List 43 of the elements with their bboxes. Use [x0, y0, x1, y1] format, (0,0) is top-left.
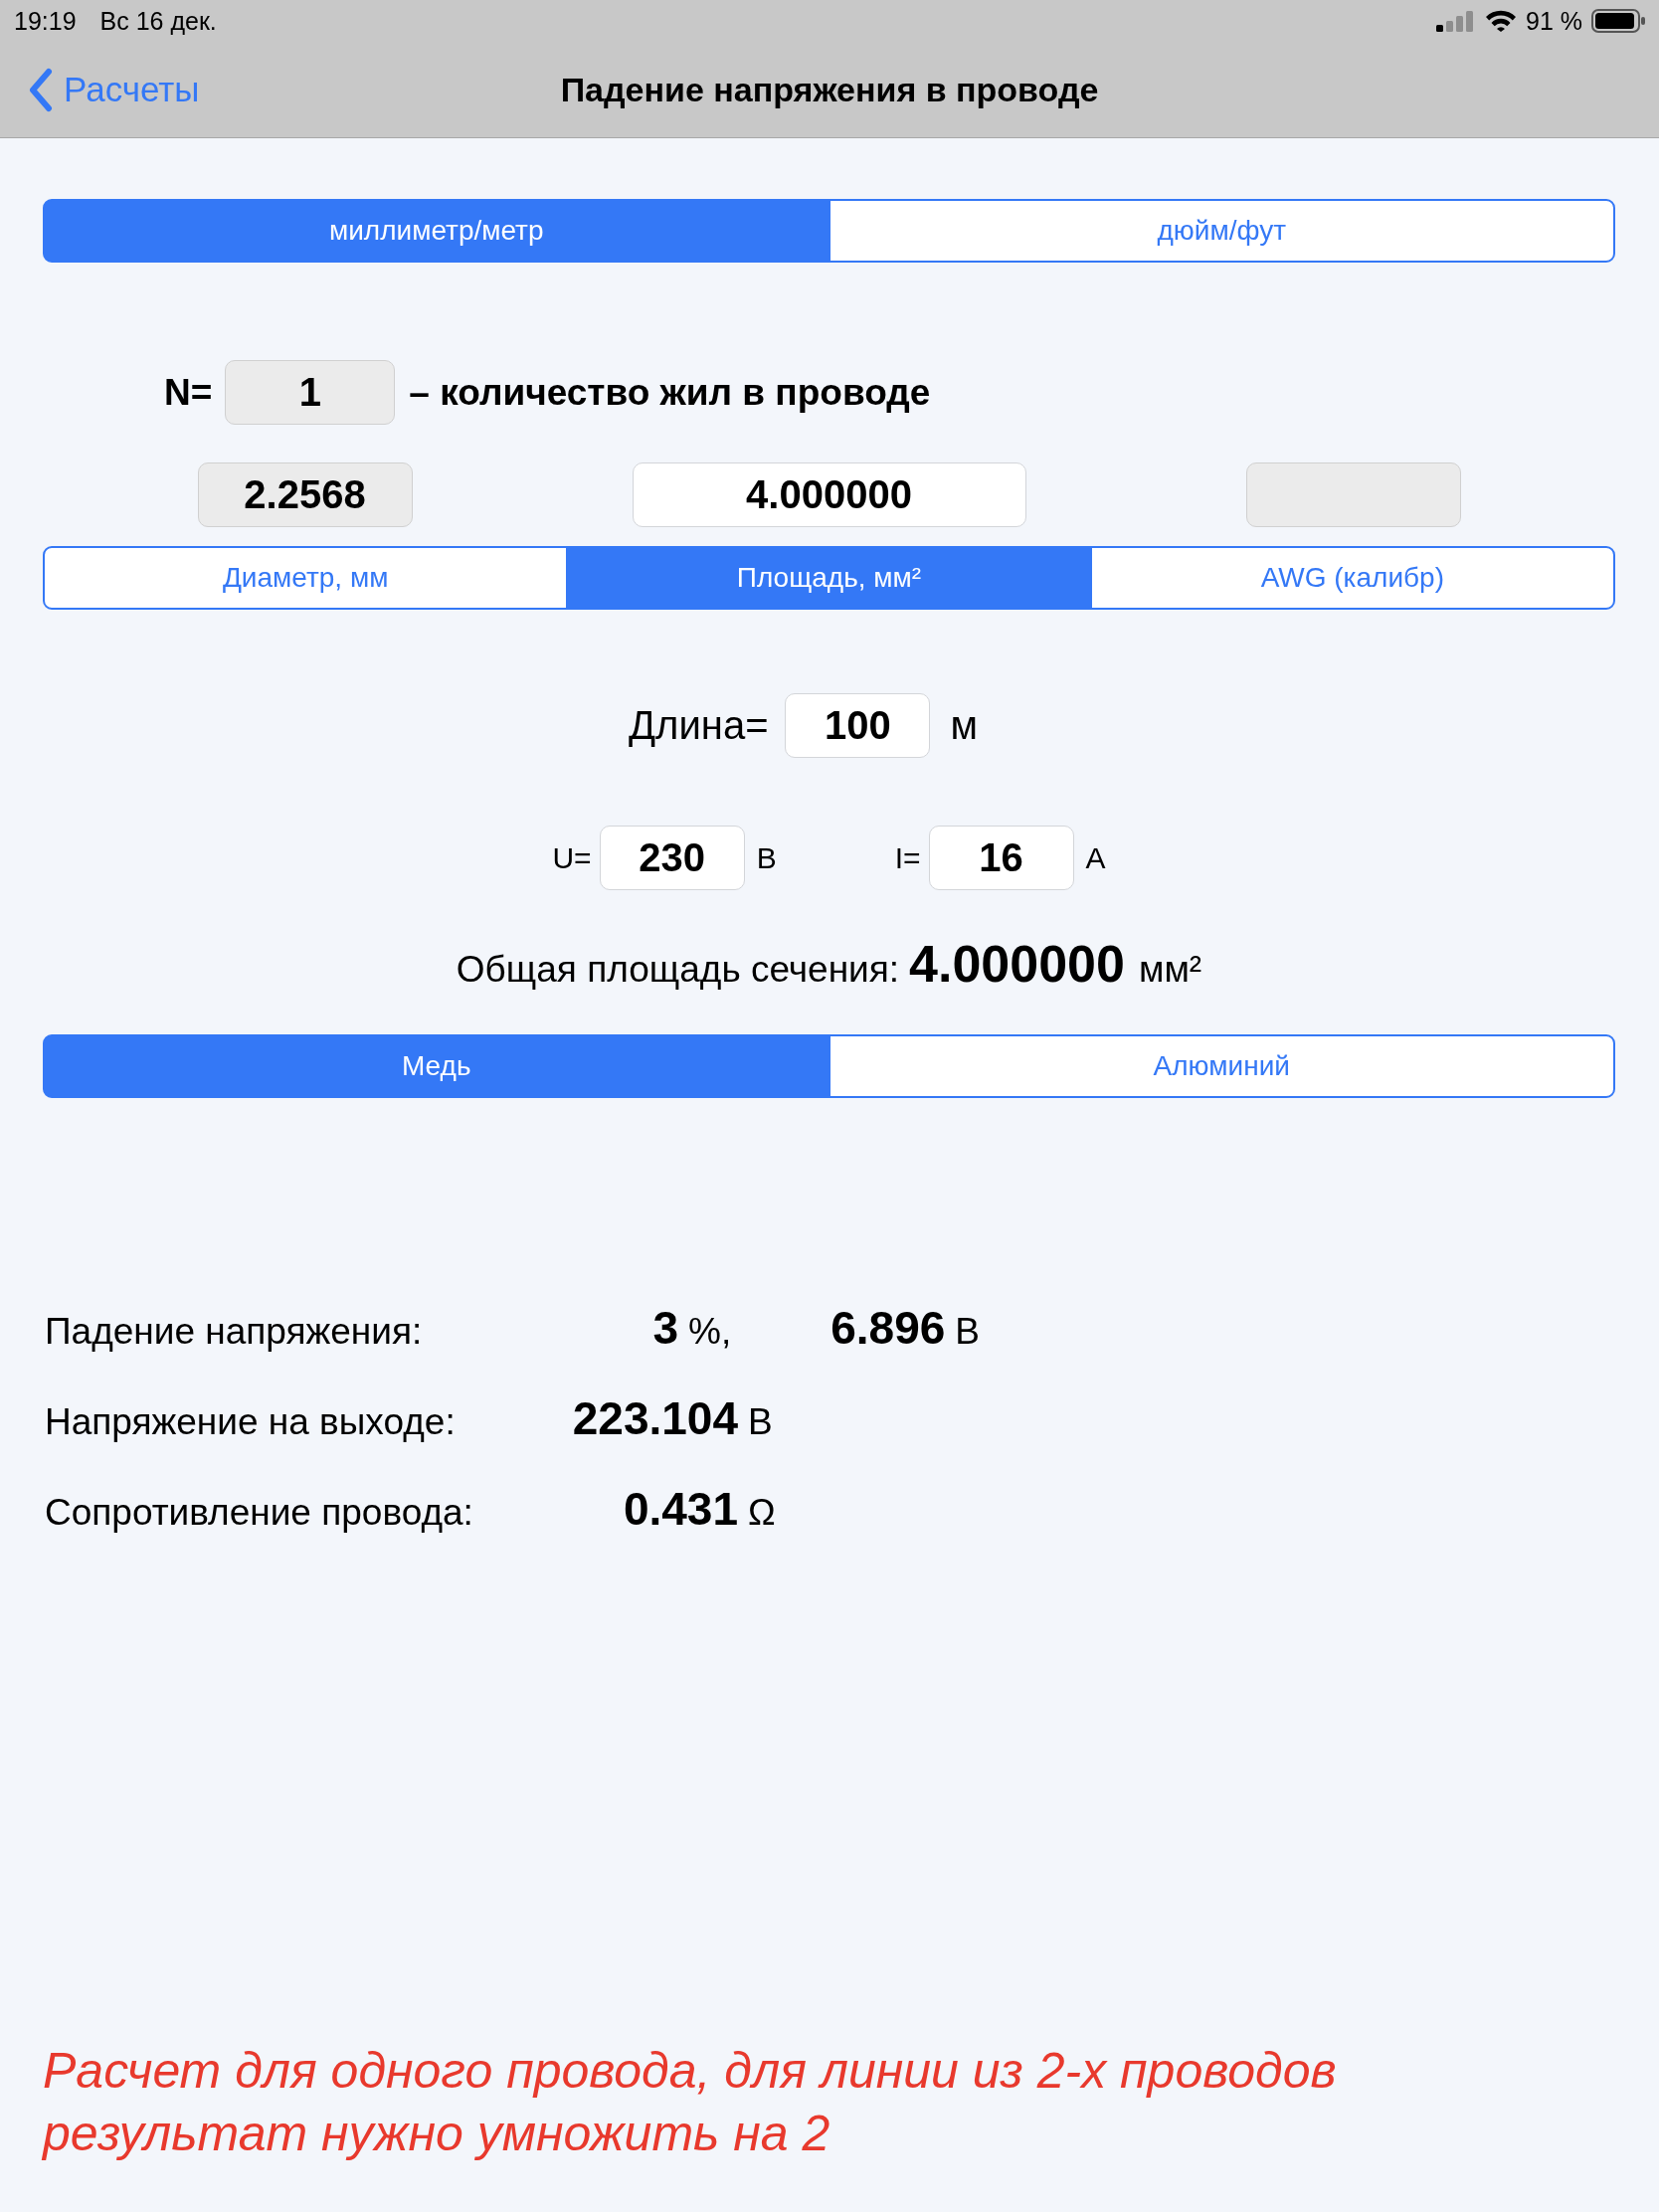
- total-area-value: 4.000000: [909, 934, 1125, 994]
- cores-description: – количество жил в проводе: [409, 371, 931, 414]
- result-label: Падение напряжения:: [45, 1311, 423, 1352]
- result-label: Напряжение на выходе:: [45, 1401, 456, 1442]
- back-button[interactable]: Расчеты: [28, 67, 200, 112]
- unit-label: %,: [688, 1310, 732, 1354]
- input-field[interactable]: 230: [599, 826, 745, 890]
- size-mode-tab[interactable]: Диаметр, мм: [43, 546, 569, 610]
- unit-tab[interactable]: миллиметр/метр: [43, 199, 830, 263]
- result-value: 6.896: [830, 1301, 946, 1356]
- wifi-icon: [1486, 10, 1516, 32]
- signal-icon: [1436, 10, 1474, 32]
- size-mode-tab[interactable]: AWG (калибр): [1089, 546, 1615, 610]
- unit-label: мм²: [1138, 948, 1202, 992]
- chevron-left-icon: [28, 67, 54, 112]
- total-area-label: Общая площадь сечения:: [456, 948, 900, 992]
- size-mode-tab[interactable]: Площадь, мм²: [566, 546, 1092, 610]
- result-label: Сопротивление провода:: [45, 1492, 473, 1533]
- material-tab[interactable]: Алюминий: [828, 1034, 1615, 1098]
- material-tab[interactable]: Медь: [43, 1034, 830, 1098]
- result-value: 0.431: [623, 1483, 738, 1535]
- battery-icon: [1591, 9, 1645, 33]
- quantity-label: I=: [894, 840, 921, 875]
- input-field[interactable]: 16: [928, 826, 1074, 890]
- input-field[interactable]: 100: [785, 693, 931, 758]
- cores-label: N=: [164, 371, 213, 414]
- quantity-label: U=: [552, 840, 592, 875]
- footnote-text: Расчет для одного провода, для линии из 2-х проводов результат нужно умножить на 2: [43, 2042, 1338, 2163]
- unit-label: В: [748, 1400, 773, 1444]
- battery-percent: 91 %: [1526, 6, 1582, 36]
- result-value: 3: [652, 1302, 678, 1354]
- unit-tab[interactable]: дюйм/фут: [828, 199, 1615, 263]
- quantity-label: Длина=: [629, 703, 769, 748]
- status-date: Вс 16 дек.: [99, 6, 217, 36]
- unit-label: А: [1085, 840, 1106, 875]
- unit-label: В: [955, 1310, 980, 1354]
- result-value: 223.104: [572, 1392, 738, 1444]
- screen-title: Падение напряжения в проводе: [560, 70, 1099, 109]
- input-field[interactable]: 4.000000: [632, 462, 1026, 527]
- unit-label: В: [756, 840, 777, 875]
- unit-label: м: [950, 703, 978, 748]
- status-time: 19:19: [14, 6, 77, 36]
- unit-label: Ω: [748, 1491, 776, 1535]
